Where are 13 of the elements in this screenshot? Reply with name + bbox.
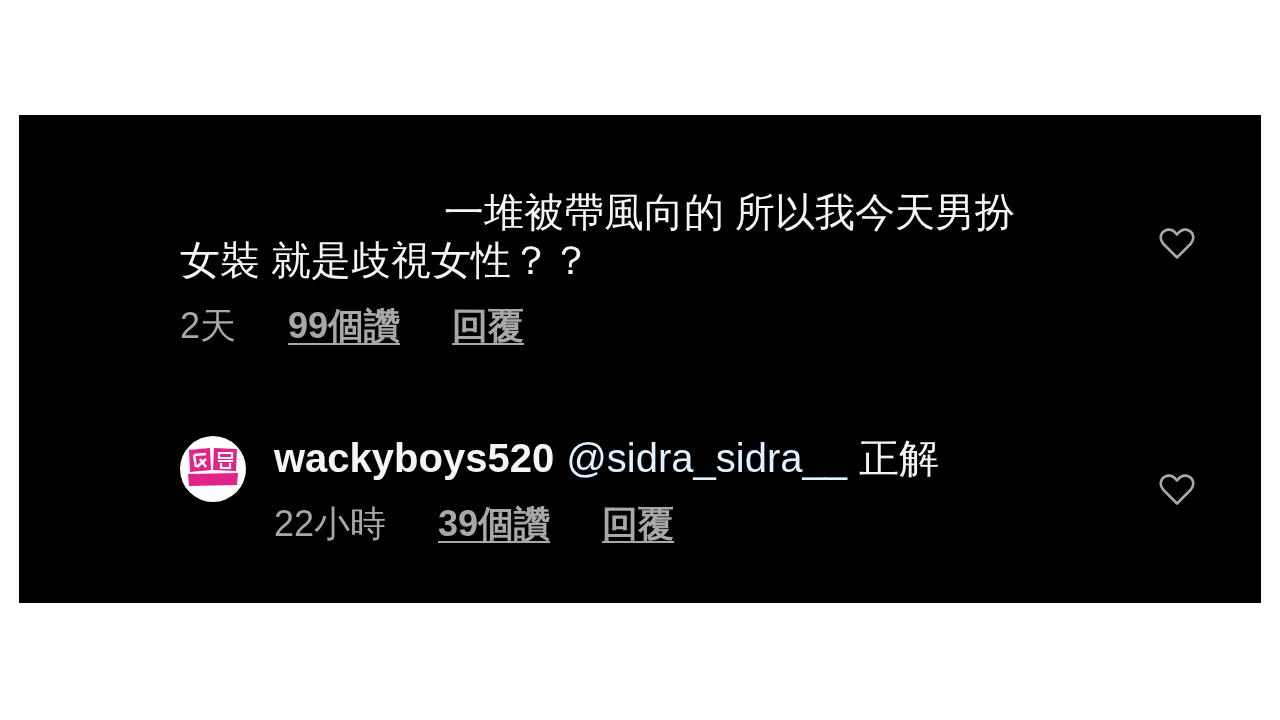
likes-link[interactable]: 99個讚 — [288, 306, 401, 346]
comment-time: 22小時 — [274, 504, 387, 544]
avatar-image[interactable] — [180, 436, 246, 502]
comment-text: 正解 — [858, 435, 939, 482]
heart-icon[interactable] — [1159, 228, 1195, 259]
username-link[interactable]: wackyboys520 — [274, 434, 555, 482]
mention-link[interactable]: @sidra_sidra__ — [566, 434, 847, 482]
heart-icon[interactable] — [1159, 474, 1195, 505]
reply-link[interactable]: 回覆 — [452, 306, 525, 346]
comment-time: 2天 — [180, 306, 237, 346]
likes-link[interactable]: 39個讚 — [438, 504, 551, 544]
comment-text: 一堆被帶風向的 所以我今天男扮 女裝 就是歧視女性？？ — [180, 189, 1017, 284]
reply-link[interactable]: 回覆 — [602, 504, 675, 544]
